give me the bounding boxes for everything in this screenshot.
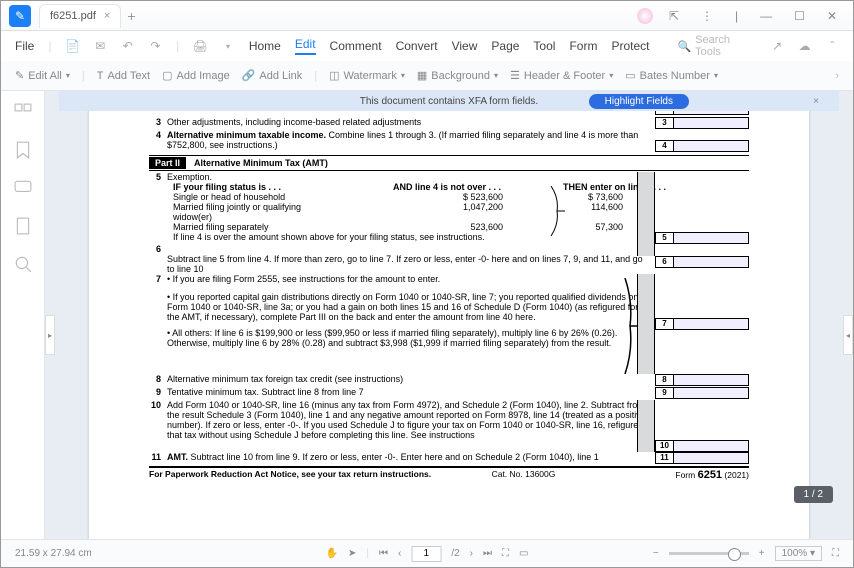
new-tab-button[interactable]: + [127, 8, 135, 24]
save-icon[interactable]: 📄 [65, 39, 79, 53]
document-tab[interactable]: f6251.pdf × [39, 4, 121, 28]
add-link-button[interactable]: 🔗Add Link [242, 69, 303, 82]
page-dimensions: 21.59 x 27.94 cm [15, 548, 92, 559]
search-tools[interactable]: 🔍 Search Tools [677, 34, 756, 58]
fit-page-icon[interactable]: ▭ [519, 548, 528, 559]
attachment-icon[interactable] [14, 217, 32, 235]
expand-left-icon[interactable]: ▸ [45, 315, 55, 355]
page-indicator-badge: 1 / 2 [794, 486, 833, 503]
undo-icon[interactable]: ↶ [121, 39, 135, 53]
file-menu[interactable]: File [15, 39, 34, 53]
field-5[interactable] [673, 232, 749, 244]
search-icon: 🔍 [677, 39, 691, 53]
redo-icon[interactable]: ↷ [149, 39, 163, 53]
menu-tool[interactable]: Tool [533, 39, 555, 53]
print-icon[interactable]: 🖨 [193, 39, 207, 53]
zoom-level[interactable]: 100% ▾ [775, 546, 822, 561]
external-icon[interactable]: ↗ [770, 39, 784, 53]
maximize-button[interactable]: ☐ [788, 7, 811, 25]
field-4[interactable] [673, 140, 749, 152]
field-7[interactable] [673, 318, 749, 330]
collapse-ribbon-icon[interactable]: ˆ [825, 39, 839, 53]
menu-convert[interactable]: Convert [396, 39, 438, 53]
fit-width-icon[interactable]: ⛶ [502, 548, 509, 559]
zoom-slider[interactable] [669, 552, 749, 555]
caret-icon[interactable]: ▾ [221, 39, 235, 53]
find-icon[interactable] [14, 255, 32, 273]
edit-all-button[interactable]: ✎Edit All▾ [15, 69, 70, 82]
app-icon [9, 5, 31, 27]
expand-right-icon[interactable]: ◂ [843, 315, 853, 355]
tab-title: f6251.pdf [50, 10, 96, 22]
add-text-button[interactable]: TAdd Text [97, 70, 150, 82]
scroll-right-icon[interactable]: › [835, 70, 839, 82]
field-9[interactable] [673, 387, 749, 399]
field-6[interactable] [673, 256, 749, 268]
page-number-input[interactable] [411, 546, 441, 562]
menu-home[interactable]: Home [249, 39, 281, 53]
xfa-banner: This document contains XFA form fields. … [59, 91, 839, 111]
first-page-button[interactable]: ⏮ [379, 548, 388, 559]
fullscreen-icon[interactable]: ⛶ [832, 548, 839, 559]
background-button[interactable]: ▦Background▾ [417, 69, 498, 82]
next-page-button[interactable]: › [470, 548, 473, 559]
search-placeholder: Search Tools [695, 34, 756, 58]
part-header: Part II [149, 157, 186, 169]
menu-form[interactable]: Form [569, 39, 597, 53]
field-8[interactable] [673, 374, 749, 386]
share-icon[interactable]: ⇱ [663, 7, 685, 25]
header-footer-button[interactable]: ☰Header & Footer▾ [510, 69, 613, 82]
comment-icon[interactable] [14, 179, 32, 197]
mail-icon[interactable]: ✉ [93, 39, 107, 53]
field-10[interactable] [673, 440, 749, 452]
menu-view[interactable]: View [452, 39, 478, 53]
close-tab-icon[interactable]: × [104, 10, 110, 22]
menu-edit[interactable]: Edit [295, 37, 316, 55]
bookmark-icon[interactable] [14, 141, 32, 159]
close-window-button[interactable]: ✕ [821, 7, 843, 25]
account-avatar[interactable] [637, 8, 653, 24]
bates-button[interactable]: ▭Bates Number▾ [625, 69, 718, 82]
cat-no: Cat. No. 13600G [492, 469, 556, 481]
zoom-out-button[interactable]: − [653, 548, 659, 559]
paperwork-notice: For Paperwork Reduction Act Notice, see … [149, 469, 431, 481]
menu-page[interactable]: Page [491, 39, 519, 53]
menu-protect[interactable]: Protect [611, 39, 649, 53]
highlight-fields-button[interactable]: Highlight Fields [589, 94, 689, 109]
divider: | [729, 7, 744, 25]
cloud-icon[interactable]: ☁ [798, 39, 812, 53]
hand-tool-icon[interactable]: ✋ [326, 548, 338, 559]
form-number: Form 6251 (2021) [675, 469, 749, 481]
add-image-button[interactable]: ▢Add Image [162, 69, 230, 82]
kebab-icon[interactable]: ⋮ [695, 7, 719, 25]
minimize-button[interactable]: — [754, 7, 778, 25]
banner-text: This document contains XFA form fields. [360, 96, 538, 107]
menu-comment[interactable]: Comment [330, 39, 382, 53]
prev-page-button[interactable]: ‹ [398, 548, 401, 559]
thumbnails-icon[interactable] [14, 103, 32, 121]
page-total: /2 [451, 548, 459, 559]
select-tool-icon[interactable]: ➤ [348, 548, 356, 559]
field-3[interactable] [673, 117, 749, 129]
last-page-button[interactable]: ⏭ [483, 548, 492, 559]
field-11[interactable] [673, 452, 749, 464]
banner-close-icon[interactable]: × [813, 96, 819, 107]
pdf-page: s Income from certain installment sales … [89, 91, 809, 539]
zoom-in-button[interactable]: + [759, 548, 765, 559]
watermark-button[interactable]: ◫Watermark▾ [329, 69, 405, 82]
